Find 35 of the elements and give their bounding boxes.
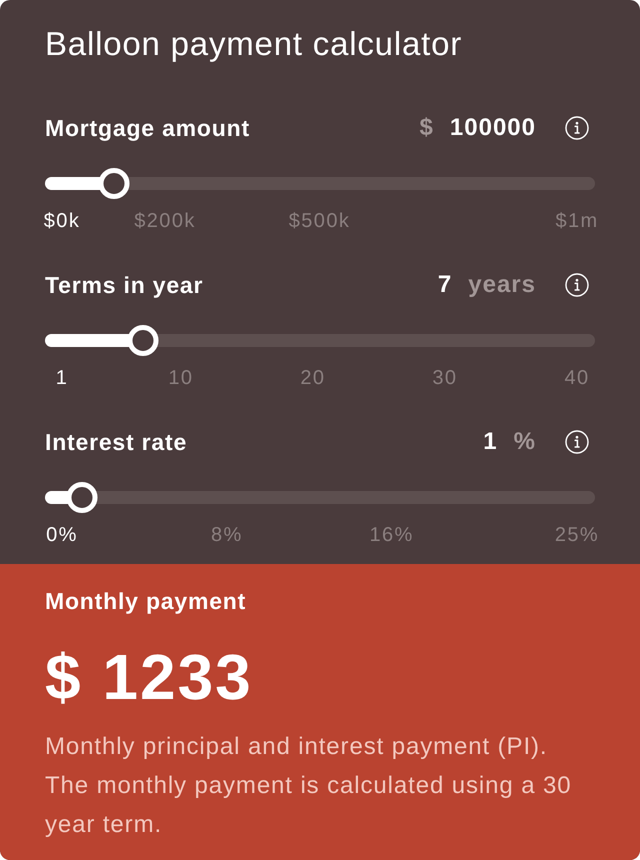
tick-label: $500k	[288, 209, 350, 233]
unit-label: %	[514, 427, 536, 457]
tick-label: 8%	[210, 523, 243, 547]
tick-label: 0%	[46, 523, 78, 547]
slider-label: Interest rate	[45, 428, 188, 457]
tick-label: $1m	[555, 209, 599, 233]
slider-track[interactable]	[45, 167, 595, 201]
tick-label: 30	[432, 366, 458, 390]
tick-label: 40	[564, 366, 590, 390]
unit-label: $	[420, 113, 434, 143]
slider-value: 100000	[450, 113, 536, 143]
tick-label: 10	[168, 366, 194, 390]
tick-label: 16%	[369, 523, 414, 547]
info-icon[interactable]	[565, 430, 589, 454]
tick-label: 20	[300, 366, 326, 390]
tick-label: $0k	[44, 209, 80, 233]
unit-label: years	[468, 270, 536, 300]
slider-track[interactable]	[45, 324, 595, 358]
slider-track[interactable]	[45, 481, 595, 515]
slider-thumb[interactable]	[66, 482, 98, 513]
slider-label: Terms in year	[45, 271, 204, 300]
slider-thumb[interactable]	[98, 168, 130, 199]
slider-label: Mortgage amount	[45, 114, 251, 143]
calculator-title: Balloon payment calculator	[45, 25, 464, 63]
slider-value: 7	[438, 270, 452, 300]
tick-label: 1	[56, 366, 68, 390]
result-description: Monthly principal and interest payment (PI). The monthly payment is calculated using a 30 year term.	[45, 732, 573, 840]
tick-label: $200k	[134, 209, 196, 233]
info-icon[interactable]	[565, 116, 589, 140]
slider-value: 1	[483, 427, 498, 457]
tick-label: 25%	[554, 523, 600, 547]
slider-thumb[interactable]	[127, 325, 158, 356]
result-label: Monthly payment	[45, 587, 248, 616]
payment-amount: $ 1233	[45, 645, 254, 709]
info-icon[interactable]	[565, 273, 589, 297]
